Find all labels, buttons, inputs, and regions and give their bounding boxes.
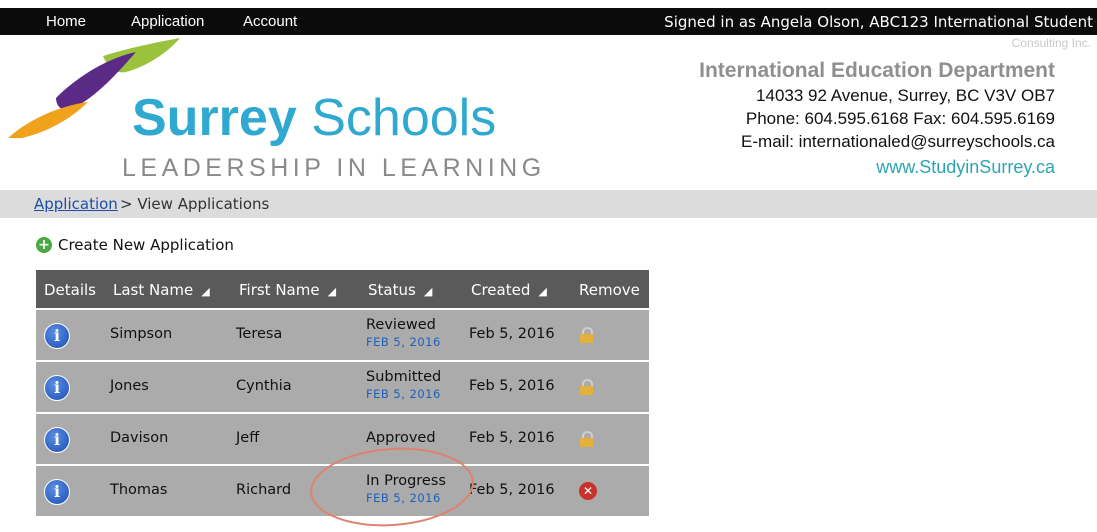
status-text: Submitted xyxy=(366,369,442,385)
create-new-application-button[interactable]: + Create New Application xyxy=(36,236,234,254)
department-website[interactable]: www.StudyinSurrey.ca xyxy=(699,153,1055,181)
nav-account[interactable]: Account xyxy=(243,13,297,30)
sort-icon[interactable]: ◢ xyxy=(424,285,432,298)
sort-icon[interactable]: ◢ xyxy=(328,285,336,298)
status-text: Reviewed xyxy=(366,317,436,333)
status-date: FEB 5, 2016 xyxy=(366,387,441,401)
signed-in-text-continued: Consulting Inc. xyxy=(1011,36,1091,50)
cell-last-name: Davison xyxy=(110,430,169,446)
delete-icon[interactable]: ✕ xyxy=(579,482,597,500)
department-address: 14033 92 Avenue, Surrey, BC V3V OB7 xyxy=(756,86,1055,105)
top-nav-bar: Home Application Account Signed in as An… xyxy=(0,8,1097,35)
table-row: i Jones Cynthia Submitted FEB 5, 2016 Fe… xyxy=(36,360,649,412)
cell-first-name: Richard xyxy=(236,482,292,498)
sort-icon[interactable]: ◢ xyxy=(538,285,546,298)
cell-last-name: Jones xyxy=(110,378,149,394)
breadcrumb-current: > View Applications xyxy=(120,195,270,213)
header-status[interactable]: Status ◢ xyxy=(368,281,432,299)
lock-icon xyxy=(580,379,593,395)
header-first-name[interactable]: First Name ◢ xyxy=(239,281,336,299)
breadcrumb-application-link[interactable]: Application xyxy=(34,195,118,213)
table-header: Details Last Name ◢ First Name ◢ Status ◢ C… xyxy=(36,270,649,308)
sort-icon[interactable]: ◢ xyxy=(201,285,209,298)
lock-icon xyxy=(580,327,593,343)
table-row: i Simpson Teresa Reviewed FEB 5, 2016 Fe… xyxy=(36,308,649,360)
cell-created: Feb 5, 2016 xyxy=(469,378,555,394)
cell-created: Feb 5, 2016 xyxy=(469,482,555,498)
cell-first-name: Cynthia xyxy=(236,378,292,394)
cell-status: Approved xyxy=(366,430,436,447)
info-icon[interactable]: i xyxy=(44,479,70,505)
signed-in-text: Signed in as Angela Olson, ABC123 Intern… xyxy=(664,13,1093,31)
cell-first-name: Jeff xyxy=(236,430,260,446)
create-new-application-label: Create New Application xyxy=(58,236,234,254)
cell-status: Submitted FEB 5, 2016 xyxy=(366,369,441,402)
surrey-schools-logo: Surrey Schools LEADERSHIP IN LEARNING xyxy=(8,38,548,188)
header-remove: Remove xyxy=(579,281,640,299)
info-icon[interactable]: i xyxy=(44,427,70,453)
plus-icon: + xyxy=(36,237,52,253)
lock-icon xyxy=(580,431,593,447)
info-icon[interactable]: i xyxy=(44,323,70,349)
department-phone: Phone: 604.595.6168 Fax: 604.595.6169 xyxy=(745,109,1055,128)
logo-name: Surrey Schools xyxy=(132,89,497,147)
table-row: i Davison Jeff Approved Feb 5, 2016 xyxy=(36,412,649,464)
breadcrumb: Application > View Applications xyxy=(0,190,1097,218)
cell-last-name: Thomas xyxy=(110,482,168,498)
cell-last-name: Simpson xyxy=(110,326,173,342)
nav-application[interactable]: Application xyxy=(131,13,204,30)
cell-created: Feb 5, 2016 xyxy=(469,326,555,342)
cell-first-name: Teresa xyxy=(236,326,283,342)
department-title: International Education Department xyxy=(699,59,1055,82)
header-details: Details xyxy=(44,281,97,299)
header-created[interactable]: Created ◢ xyxy=(471,281,547,299)
status-text: Approved xyxy=(366,430,436,446)
info-icon[interactable]: i xyxy=(44,375,70,401)
nav-home[interactable]: Home xyxy=(46,13,86,30)
status-date: FEB 5, 2016 xyxy=(366,335,441,349)
department-info: International Education Department 14033… xyxy=(699,58,1055,181)
department-email: E-mail: internationaled@surreyschools.ca xyxy=(741,132,1055,151)
logo-tagline: LEADERSHIP IN LEARNING xyxy=(122,154,546,182)
cell-status: Reviewed FEB 5, 2016 xyxy=(366,317,441,350)
header-last-name[interactable]: Last Name ◢ xyxy=(113,281,210,299)
cell-created: Feb 5, 2016 xyxy=(469,430,555,446)
